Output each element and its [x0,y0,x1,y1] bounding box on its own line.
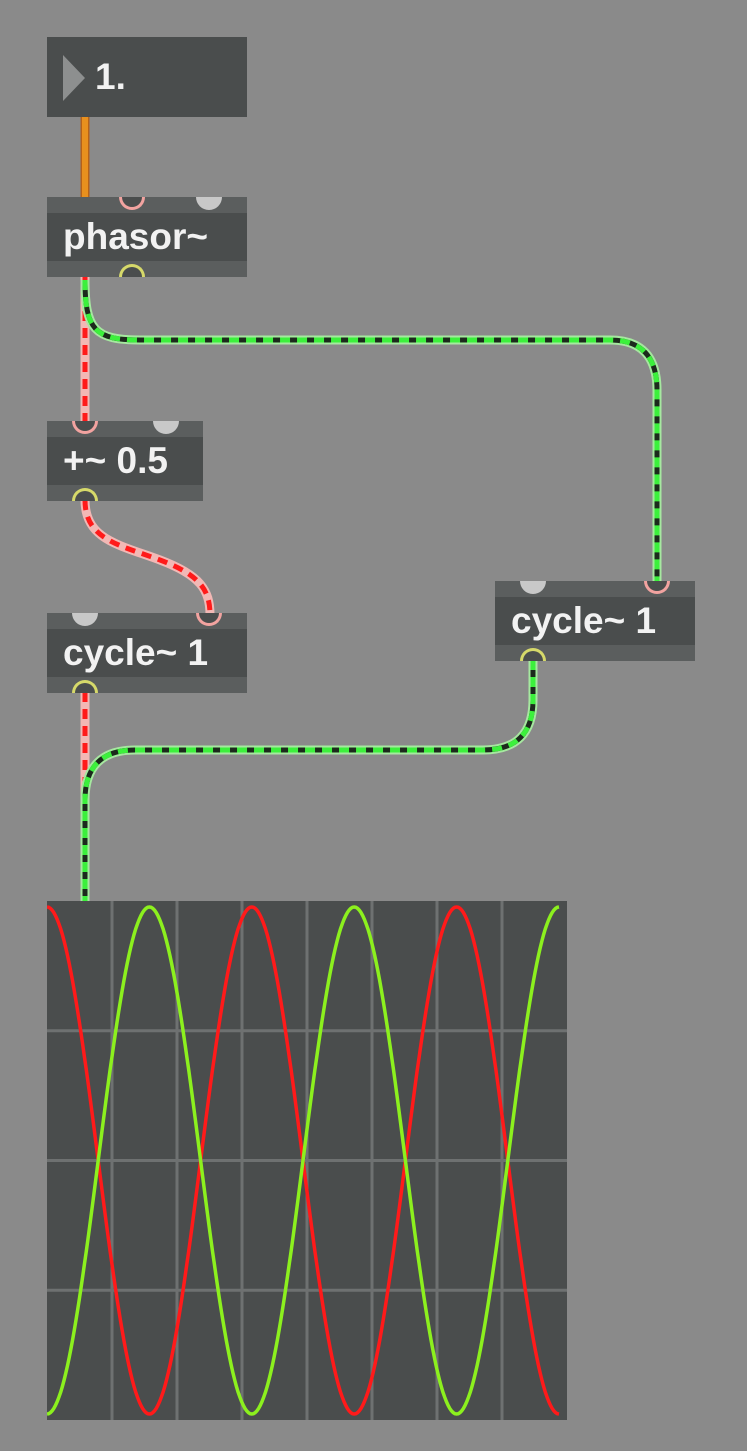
scope-display[interactable] [46,901,567,1420]
number-box-value[interactable]: 1. [95,53,126,101]
phasor-label: phasor~ [63,216,208,257]
cycle-left-label: cycle~ 1 [63,632,209,673]
plus-object[interactable]: +~ 0.5 [47,421,203,501]
patcher-canvas[interactable]: 1. phasor~ +~ 0.5 cycle~ 1 cycle~ 1 [0,0,747,1451]
phasor-object[interactable]: phasor~ [47,197,247,277]
plus-label: +~ 0.5 [63,440,168,481]
cycle-left-object[interactable]: cycle~ 1 [47,613,247,693]
object-bottom-bar [47,261,247,277]
float-number-box[interactable]: 1. [47,37,247,117]
scope-plot [46,901,567,1420]
cycle-right-label: cycle~ 1 [511,600,657,641]
cycle-right-object[interactable]: cycle~ 1 [495,581,695,661]
cord-plus-to-cycle-left[interactable] [80,499,215,616]
cord-cycle-right-to-scope[interactable] [80,660,538,901]
object-bottom-bar [47,485,203,501]
object-top-bar [47,421,203,437]
triangle-indicator-icon [63,55,85,101]
